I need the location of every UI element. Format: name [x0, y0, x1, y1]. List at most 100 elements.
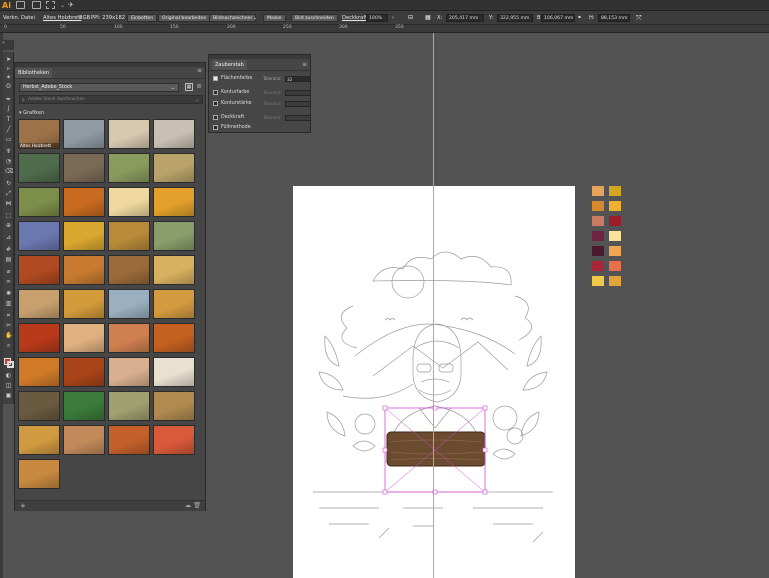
curvature-tool-icon[interactable]: ∫ — [5, 105, 12, 112]
graphic-thumbnail[interactable] — [18, 391, 60, 421]
selection-tool-icon[interactable]: ➤ — [5, 56, 12, 63]
width-field[interactable]: 106,067 mm — [541, 14, 575, 22]
graphic-thumbnail[interactable] — [153, 323, 195, 353]
graphic-thumbnail[interactable] — [108, 357, 150, 387]
trace-presets-dropdown-icon[interactable]: ⌄ — [253, 11, 257, 25]
pen-tool-icon[interactable]: ✒ — [5, 96, 12, 103]
graphic-thumbnail[interactable] — [108, 289, 150, 319]
color-swatch[interactable] — [609, 231, 621, 241]
shape-builder-tool-icon[interactable]: ⊕ — [5, 222, 12, 229]
direct-selection-tool-icon[interactable]: ▹ — [5, 65, 12, 72]
color-swatch[interactable] — [609, 186, 621, 196]
transform-icon[interactable]: ⤧ — [636, 11, 642, 25]
mask-button[interactable]: Maske — [263, 14, 286, 22]
artboard[interactable] — [293, 186, 575, 578]
graphic-thumbnail[interactable] — [18, 289, 60, 319]
blending-mode-option[interactable]: Füllmethode — [213, 124, 309, 132]
hand-tool-icon[interactable]: ✋ — [5, 332, 12, 339]
tab-libraries[interactable]: Bibliotheken — [15, 68, 52, 78]
panel-grip[interactable] — [15, 63, 205, 67]
graphic-thumbnail[interactable] — [63, 119, 105, 149]
graphic-thumbnail[interactable] — [153, 357, 195, 387]
x-position-field[interactable]: 205,417 mm — [446, 14, 484, 22]
tolerance-field[interactable]: 32 — [285, 76, 311, 82]
stroke-color-checkbox[interactable] — [213, 90, 218, 95]
graphic-thumbnail[interactable] — [63, 221, 105, 251]
crop-image-button[interactable]: Bild zuschneiden — [291, 14, 338, 22]
zoom-tool-icon[interactable]: ⌕ — [5, 342, 12, 349]
color-swatch[interactable] — [592, 246, 604, 256]
slice-tool-icon[interactable]: ✂ — [5, 322, 12, 329]
shaper-tool-icon[interactable]: ◔ — [5, 158, 12, 165]
color-swatch[interactable] — [592, 261, 604, 271]
graphic-thumbnail[interactable] — [153, 255, 195, 285]
graphic-thumbnail[interactable] — [108, 323, 150, 353]
fill-color-option[interactable]: Flächenfarbe Toleranz: 32 — [213, 75, 311, 83]
embed-button[interactable]: Einbetten — [127, 14, 158, 22]
graphic-thumbnail[interactable] — [153, 119, 195, 149]
opacity-field[interactable]: 100% — [366, 14, 388, 22]
graphic-thumbnail[interactable] — [153, 221, 195, 251]
scale-tool-icon[interactable]: ⤢ — [5, 190, 12, 197]
cloud-sync-icon[interactable]: ☁ — [185, 502, 191, 509]
graphic-thumbnail[interactable] — [108, 187, 150, 217]
send-icon[interactable]: ✈ — [68, 0, 74, 11]
blend-tool-icon[interactable]: ∞ — [5, 278, 12, 285]
stock-search-input[interactable]: ⌕ Adobe Stock durchsuchen ⌄ — [19, 95, 203, 104]
tab-magic-wand[interactable]: Zauberstab — [212, 60, 247, 70]
library-select[interactable]: Herbst_Adobe_Stock ⌄ — [19, 83, 179, 92]
mesh-tool-icon[interactable]: # — [5, 246, 12, 253]
panel-grip[interactable] — [209, 55, 310, 59]
graphic-thumbnail[interactable] — [108, 255, 150, 285]
free-transform-tool-icon[interactable]: ⬚ — [5, 212, 12, 219]
color-swatch[interactable] — [592, 216, 604, 226]
blending-mode-checkbox[interactable] — [213, 125, 218, 130]
graphic-thumbnail[interactable] — [63, 187, 105, 217]
stroke-color-swatch[interactable] — [7, 361, 14, 368]
graph-tool-icon[interactable]: ▥ — [5, 300, 12, 307]
color-swatch[interactable] — [609, 216, 621, 226]
width-tool-icon[interactable]: ⋈ — [5, 200, 12, 207]
graphic-thumbnail[interactable]: Altes Holzbrett — [18, 119, 60, 149]
magic-wand-tool-icon[interactable]: ✶ — [5, 74, 12, 81]
list-view-icon[interactable]: ≣ — [195, 83, 203, 91]
color-swatch[interactable] — [592, 201, 604, 211]
graphic-thumbnail[interactable] — [153, 289, 195, 319]
graphic-thumbnail[interactable] — [108, 153, 150, 183]
tolerance-field[interactable] — [285, 115, 311, 121]
y-position-field[interactable]: 322,955 mm — [497, 14, 533, 22]
graphic-thumbnail[interactable] — [18, 221, 60, 251]
graphic-thumbnail[interactable] — [18, 255, 60, 285]
graphic-thumbnail[interactable] — [18, 323, 60, 353]
type-tool-icon[interactable]: T — [5, 116, 12, 123]
color-swatch[interactable] — [609, 276, 621, 286]
perspective-grid-tool-icon[interactable]: ⊿ — [5, 234, 12, 241]
artboard-tool-icon[interactable]: ⌗ — [5, 312, 12, 319]
graphic-thumbnail[interactable] — [63, 153, 105, 183]
chevron-down-icon[interactable]: ⌄ — [195, 96, 199, 104]
color-swatches-right[interactable] — [609, 186, 621, 296]
grid-view-icon[interactable]: ▦ — [185, 83, 193, 91]
graphic-thumbnail[interactable] — [18, 153, 60, 183]
graphic-thumbnail[interactable] — [63, 289, 105, 319]
panel-menu-icon[interactable]: ≡ — [302, 61, 307, 68]
panel-menu-icon[interactable]: ≡ — [197, 67, 202, 74]
arrange-documents-icon[interactable] — [46, 1, 55, 9]
chevron-down-icon[interactable]: ⌄ — [60, 0, 65, 11]
trash-icon[interactable]: 🗑 — [193, 502, 201, 509]
stroke-color-option[interactable]: Konturfarbe Toleranz: — [213, 89, 311, 97]
graphic-thumbnail[interactable] — [18, 425, 60, 455]
add-icon[interactable]: + — [20, 502, 26, 510]
gradient-tool-icon[interactable]: ▤ — [5, 256, 12, 263]
line-tool-icon[interactable]: ╱ — [5, 126, 12, 133]
color-swatch[interactable] — [592, 186, 604, 196]
stroke-weight-checkbox[interactable] — [213, 101, 218, 106]
graphic-thumbnail[interactable] — [63, 391, 105, 421]
reference-point-icon[interactable]: ▦ — [425, 11, 431, 25]
lasso-tool-icon[interactable]: ʘ — [5, 83, 12, 90]
graphic-thumbnail[interactable] — [153, 187, 195, 217]
opacity-label[interactable]: Deckkraft: — [342, 11, 369, 25]
color-swatch[interactable] — [592, 276, 604, 286]
color-swatch[interactable] — [609, 201, 621, 211]
graphic-thumbnail[interactable] — [18, 357, 60, 387]
